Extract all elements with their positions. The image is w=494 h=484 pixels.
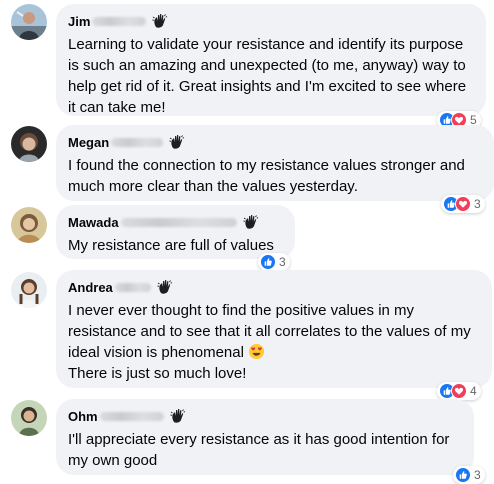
- comment-bubble: Andrea I never ever thought to find the …: [56, 270, 492, 388]
- avatar[interactable]: [11, 272, 47, 308]
- redacted-name: [99, 411, 164, 421]
- commenter-name[interactable]: Jim: [68, 14, 90, 29]
- comment-text: I'll appreciate every resistance as it h…: [68, 431, 450, 469]
- redacted-name: [114, 282, 151, 292]
- reaction-summary[interactable]: 3: [441, 195, 485, 213]
- reaction-summary[interactable]: 3: [258, 253, 290, 271]
- comment-text: I never ever thought to find the positiv…: [68, 300, 480, 384]
- heart-eyes-emoji-icon: [249, 343, 265, 360]
- commenter-name[interactable]: Megan: [68, 135, 109, 150]
- commenter-name[interactable]: Ohm: [68, 409, 98, 424]
- comment-bubble: Megan I found the connection to my resis…: [56, 125, 494, 201]
- love-icon: [451, 383, 467, 399]
- redacted-name: [92, 16, 147, 26]
- commenter-name[interactable]: Andrea: [68, 280, 113, 295]
- commenter-name[interactable]: Mawada: [68, 215, 119, 230]
- wave-icon: [170, 408, 186, 424]
- reaction-count: 3: [279, 255, 286, 269]
- wave-icon: [157, 279, 173, 295]
- reaction-summary[interactable]: 3: [453, 466, 485, 484]
- avatar[interactable]: [11, 207, 47, 243]
- comment-text: I found the connection to my resistance …: [68, 157, 465, 195]
- wave-icon: [152, 13, 168, 29]
- comment-text: My resistance are full of values: [68, 237, 274, 254]
- avatar[interactable]: [11, 4, 47, 40]
- reaction-count: 3: [474, 197, 481, 211]
- redacted-name: [120, 217, 237, 227]
- comment-bubble: Jim Learning to validate your resistance…: [56, 4, 486, 116]
- reaction-count: 3: [474, 468, 481, 482]
- comment-bubble: Mawada My resistance are full of values: [56, 205, 295, 259]
- avatar[interactable]: [11, 400, 47, 436]
- wave-icon: [169, 134, 185, 150]
- like-icon: [455, 467, 471, 483]
- like-icon: [260, 254, 276, 270]
- avatar[interactable]: [11, 126, 47, 162]
- love-icon: [455, 196, 471, 212]
- reaction-count: 4: [470, 384, 477, 398]
- redacted-name: [111, 137, 164, 147]
- comment-text-line: There is just so much love!: [68, 365, 247, 382]
- wave-icon: [243, 214, 259, 230]
- comment-bubble: Ohm I'll appreciate every resistance as …: [56, 399, 474, 475]
- reaction-summary[interactable]: 4: [437, 382, 481, 400]
- comment-text-line: I never ever thought to find the positiv…: [68, 302, 471, 361]
- comment-text: Learning to validate your resistance and…: [68, 36, 467, 116]
